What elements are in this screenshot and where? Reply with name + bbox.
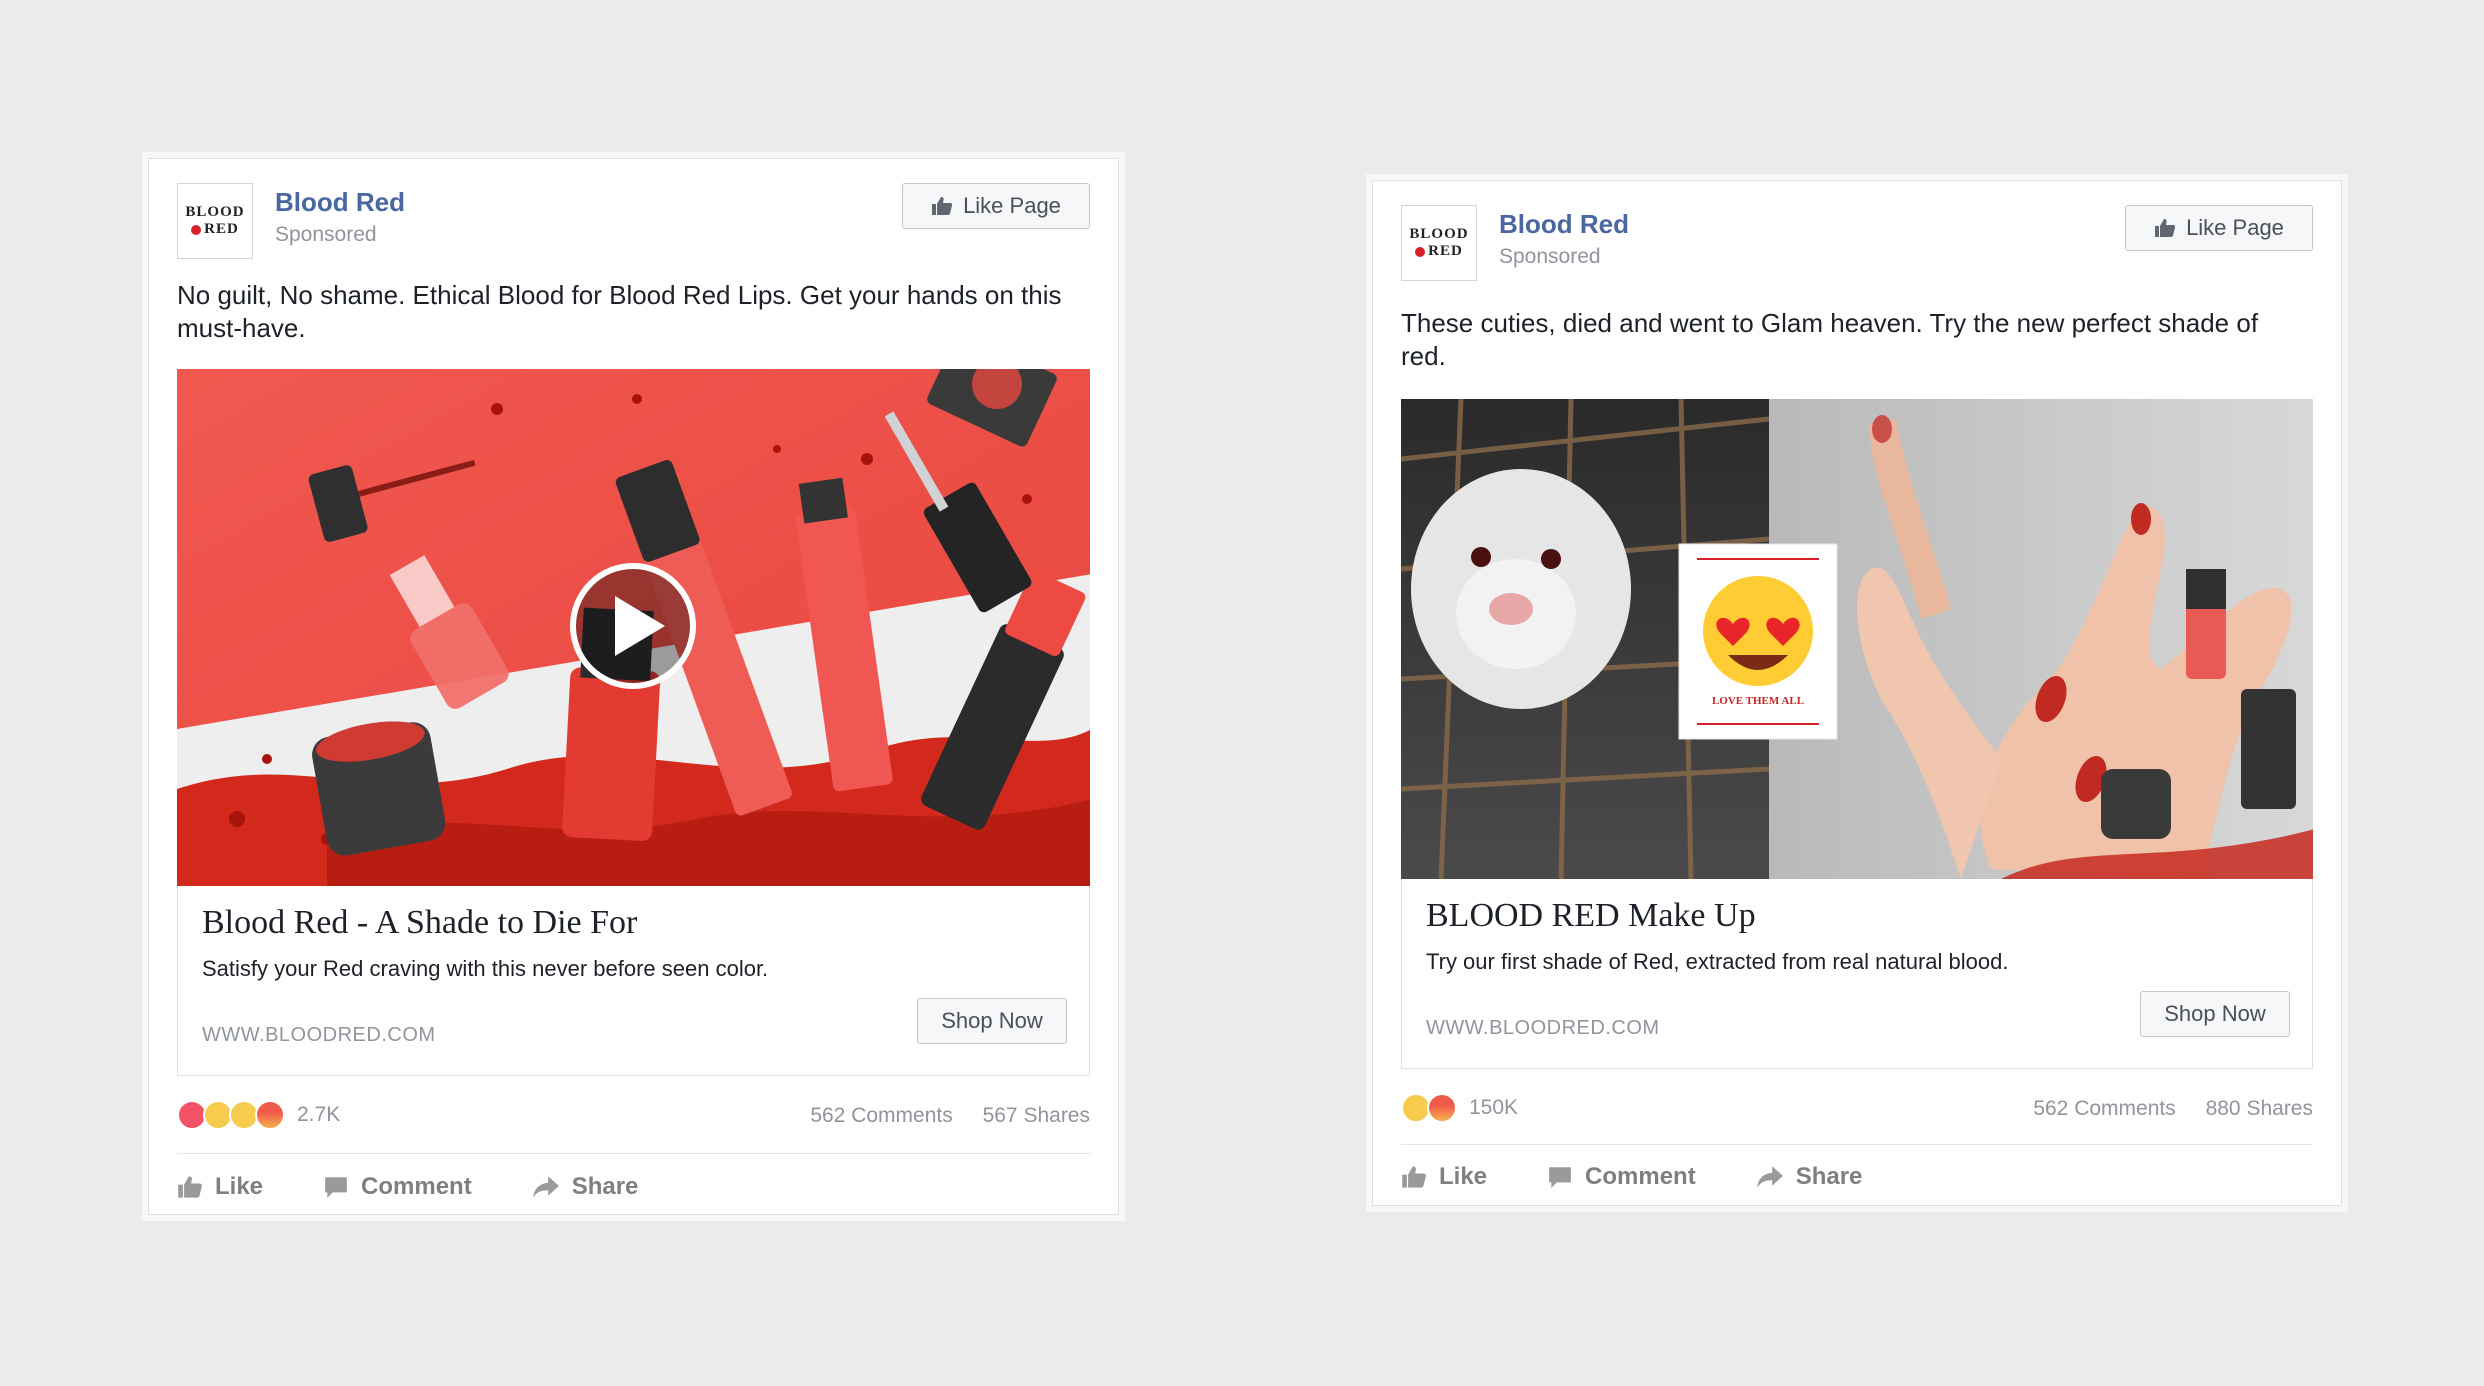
link-url: WWW.BLOODRED.COM xyxy=(1426,1017,1660,1039)
page-logo[interactable]: BLOOD RED xyxy=(1401,205,1477,281)
divider xyxy=(1401,1144,2313,1145)
like-button[interactable]: Like xyxy=(1401,1157,1487,1197)
shares-count[interactable]: 880 Shares xyxy=(2206,1097,2313,1120)
ad-image-artwork: LOVE THEM ALL xyxy=(1401,399,2313,879)
logo-line-1: BLOOD xyxy=(1409,226,1469,242)
post-header: BLOOD RED Blood Red Sponsored Like Page xyxy=(1401,205,2313,287)
shares-count[interactable]: 567 Shares xyxy=(983,1104,1090,1127)
post-actions: Like Comment Share xyxy=(177,1167,1090,1207)
comment-icon xyxy=(325,1177,347,1198)
engagement-stats: 2.7K 562 Comments 567 Shares xyxy=(177,1096,1090,1136)
like-button[interactable]: Like xyxy=(177,1167,263,1207)
link-description: Try our first shade of Red, extracted fr… xyxy=(1426,949,2009,974)
share-icon xyxy=(1756,1166,1783,1188)
ad-image[interactable]: LOVE THEM ALL xyxy=(1401,399,2313,879)
page-logo[interactable]: BLOOD RED xyxy=(177,183,253,259)
comment-label: Comment xyxy=(361,1173,472,1200)
comment-share-counts: 562 Comments 880 Shares xyxy=(2009,1097,2313,1121)
shop-now-button[interactable]: Shop Now xyxy=(917,998,1067,1044)
reaction-count: 150K xyxy=(1469,1096,1519,1119)
sponsored-label: Sponsored xyxy=(1499,245,1601,268)
ad-post-2: BLOOD RED Blood Red Sponsored Like Page … xyxy=(1372,180,2342,1206)
logo-line-2: RED xyxy=(178,221,252,238)
post-caption: These cuties, died and went to Glam heav… xyxy=(1401,308,2259,371)
ad-video-artwork xyxy=(177,369,1090,886)
divider xyxy=(177,1153,1090,1154)
shop-now-button[interactable]: Shop Now xyxy=(2140,991,2290,1037)
sponsored-label: Sponsored xyxy=(275,223,377,246)
comment-share-counts: 562 Comments 567 Shares xyxy=(786,1104,1090,1128)
angry-reaction-icon xyxy=(1427,1093,1457,1123)
logo-line-2: RED xyxy=(1402,243,1476,260)
share-button[interactable]: Share xyxy=(1756,1157,1863,1197)
like-label: Like xyxy=(215,1173,264,1200)
engagement-stats: 150K 562 Comments 880 Shares xyxy=(1401,1089,2313,1129)
logo-dot-icon xyxy=(191,224,202,235)
post-actions: Like Comment Share xyxy=(1401,1157,2313,1197)
reactions-summary[interactable]: 2.7K xyxy=(177,1100,340,1130)
comments-count[interactable]: 562 Comments xyxy=(2033,1097,2175,1120)
like-label: Like xyxy=(1439,1163,1488,1190)
link-description: Satisfy your Red craving with this never… xyxy=(202,956,769,981)
share-label: Share xyxy=(1795,1163,1863,1190)
comment-button[interactable]: Comment xyxy=(323,1167,472,1207)
post-header: BLOOD RED Blood Red Sponsored Like Page xyxy=(177,183,1090,265)
reactions-summary[interactable]: 150K xyxy=(1401,1093,1518,1123)
like-page-button[interactable]: Like Page xyxy=(902,183,1090,229)
comment-icon xyxy=(1549,1167,1571,1188)
page-name-link[interactable]: Blood Red xyxy=(275,187,405,218)
link-url: WWW.BLOODRED.COM xyxy=(202,1024,436,1046)
comments-count[interactable]: 562 Comments xyxy=(810,1104,952,1127)
logo-line-1: BLOOD xyxy=(185,204,245,220)
angry-reaction-icon xyxy=(255,1100,285,1130)
sticker-text: LOVE THEM ALL xyxy=(1712,695,1804,707)
link-preview[interactable]: BLOOD RED Make Up Try our first shade of… xyxy=(1401,879,2313,1069)
thumbs-up-icon xyxy=(178,1176,202,1198)
reaction-count: 2.7K xyxy=(297,1103,341,1126)
thumbs-up-icon xyxy=(932,197,953,215)
like-page-label: Like Page xyxy=(2186,215,2284,240)
comment-button[interactable]: Comment xyxy=(1547,1157,1696,1197)
thumbs-up-icon xyxy=(1402,1166,1426,1188)
share-icon xyxy=(532,1176,559,1198)
share-label: Share xyxy=(571,1173,639,1200)
page-name-link[interactable]: Blood Red xyxy=(1499,209,1629,240)
like-page-label: Like Page xyxy=(963,193,1061,218)
like-page-button[interactable]: Like Page xyxy=(2125,205,2313,251)
comment-label: Comment xyxy=(1585,1163,1696,1190)
post-caption: No guilt, No shame. Ethical Blood for Bl… xyxy=(177,280,1062,343)
logo-dot-icon xyxy=(1415,246,1426,257)
link-preview[interactable]: Blood Red - A Shade to Die For Satisfy y… xyxy=(177,886,1090,1076)
thumbs-up-icon xyxy=(2155,219,2176,237)
link-title[interactable]: Blood Red - A Shade to Die For xyxy=(202,904,637,942)
ad-post-1: BLOOD RED Blood Red Sponsored Like Page … xyxy=(148,158,1119,1215)
share-button[interactable]: Share xyxy=(532,1167,639,1207)
ad-video[interactable] xyxy=(177,369,1090,886)
link-title[interactable]: BLOOD RED Make Up xyxy=(1426,897,1756,935)
